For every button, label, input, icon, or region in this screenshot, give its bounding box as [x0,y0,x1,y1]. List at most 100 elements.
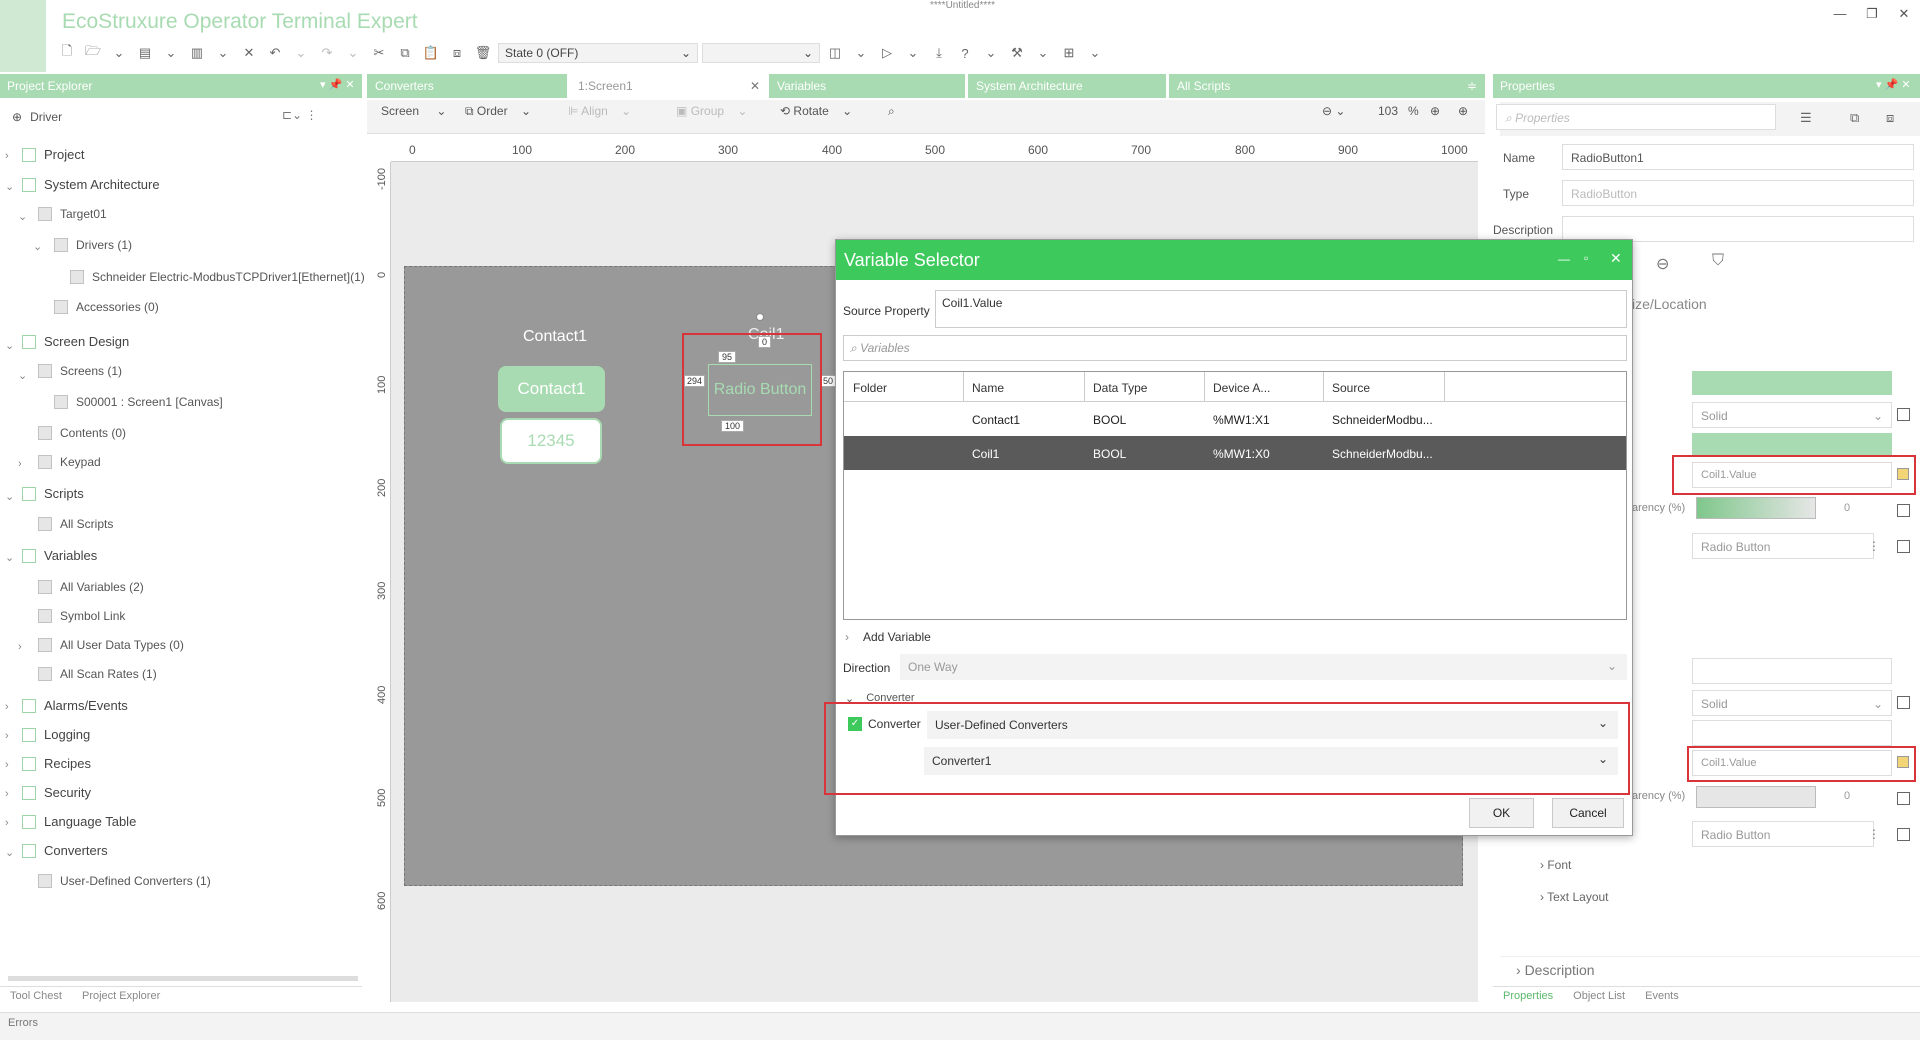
paste-props-icon[interactable]: ⧈ [1886,110,1894,126]
fill-color-swatch[interactable] [1692,371,1892,395]
chevron-down-icon[interactable]: ⌄ [5,180,14,193]
pin-icon[interactable]: ▾ 📌 ✕ [1876,78,1911,91]
contact-label[interactable]: Contact1 [523,328,587,346]
font-section[interactable]: › Font [1540,858,1571,872]
errors-tab[interactable]: Errors [8,1017,38,1029]
maximize-icon[interactable]: ❐ [1860,6,1884,22]
delete-icon[interactable]: 🗑 [472,42,494,64]
chevron-down-icon[interactable]: ⌄ [5,846,14,859]
fill-color-swatch-2[interactable] [1692,433,1892,457]
tab-list-icon[interactable]: ≑ [1467,79,1477,93]
tree-accessories[interactable]: Accessories (0) [54,300,159,314]
open-icon[interactable]: 🗁 [82,42,104,64]
close-project-icon[interactable]: ✕ [238,42,260,64]
chevron-right-icon[interactable]: › [18,641,22,653]
tab-events[interactable]: Events [1635,987,1689,1006]
tree-screen1[interactable]: S00001 : Screen1 [Canvas] [54,395,223,409]
tree-user-data-types[interactable]: All User Data Types (0) [38,638,184,652]
dialog-minimize-icon[interactable]: — [1558,252,1570,266]
run-dropdown-icon[interactable]: ⌄ [902,42,924,64]
tree-scan-rates[interactable]: All Scan Rates (1) [38,667,157,681]
ok-button[interactable]: OK [1469,798,1534,828]
tab-system-architecture[interactable]: System Architecture [968,74,1166,98]
close-tab-icon[interactable]: ✕ [750,79,760,93]
pin-icon[interactable]: ▾ 📌 ✕ [320,78,355,91]
chevron-down-icon[interactable]: ⌄ [18,369,27,382]
save-dropdown-icon[interactable]: ⌄ [160,42,182,64]
dock-options-icon[interactable]: ⊏⌄ ⋮ [282,108,317,122]
tools-icon[interactable]: ⚒ [1006,42,1028,64]
table-row-selected[interactable]: Coil1 BOOL %MW1:X0 SchneiderModbu... [844,436,1626,470]
variables-search[interactable]: ⌕ Variables [843,335,1627,361]
zoom-value[interactable]: 103 [1378,104,1398,118]
minimize-icon[interactable]: — [1828,6,1852,21]
tab-converters[interactable]: Converters [367,74,567,98]
copy-icon[interactable]: ⧉ [394,42,416,64]
transparency-value-2[interactable]: 0 [1844,790,1850,802]
zoom-out-icon[interactable]: ⊖ ⌄ [1322,104,1345,118]
cut-icon[interactable]: ✂ [368,42,390,64]
badge-icon[interactable]: ⛉ [1712,252,1724,270]
grid-icon[interactable]: ⊞ [1058,42,1080,64]
dialog-close-icon[interactable]: ✕ [1610,250,1622,267]
transparency-slider-2[interactable] [1696,786,1816,808]
help-icon[interactable]: ? [954,42,976,64]
tab-project-explorer[interactable]: Project Explorer [72,987,170,1006]
tree-security[interactable]: Security [22,785,91,800]
layout-dropdown-icon[interactable]: ⌄ [850,42,872,64]
tree-all-scripts[interactable]: All Scripts [38,517,113,531]
chevron-down-icon[interactable]: ⌄ [33,240,42,253]
tree-contents[interactable]: Contents (0) [38,426,126,440]
run-icon[interactable]: ▷ [876,42,898,64]
tools-dropdown-icon[interactable]: ⌄ [1032,42,1054,64]
state-select[interactable]: State 0 (OFF) ⌄ [498,43,698,63]
tab-tool-chest[interactable]: Tool Chest [0,987,72,1006]
more-icon[interactable]: ⋮ [1868,539,1880,553]
tab-properties[interactable]: Properties [1493,987,1563,1006]
close-icon[interactable]: ✕ [1892,6,1916,22]
column-folder[interactable]: Folder [853,381,887,395]
paste-icon[interactable]: 📋 [420,42,442,64]
chevron-down-icon[interactable]: ⌄ [18,210,27,223]
fill-style-checkbox[interactable] [1897,408,1910,421]
chevron-right-icon[interactable]: › [5,150,9,162]
duplicate-icon[interactable]: ⧈ [446,42,468,64]
chevron-right-icon[interactable]: › [5,817,9,829]
fill-style-select-2[interactable]: Solid ⌄ [1692,690,1892,716]
transparency-slider[interactable] [1696,497,1816,519]
size-location-section[interactable]: ize/Location [1632,296,1707,312]
tree-scripts[interactable]: Scripts [22,486,84,501]
horizontal-scrollbar[interactable] [8,976,358,981]
description-section[interactable]: › Description [1500,956,1920,982]
more-icon[interactable]: ⋮ [1868,827,1880,841]
tree-screen-design[interactable]: Screen Design [22,334,129,349]
tree-all-variables[interactable]: All Variables (2) [38,580,144,594]
chevron-down-icon[interactable]: ⌄ [5,551,14,564]
group-menu[interactable]: ▣ Group ⌄ [676,104,747,118]
chevron-right-icon[interactable]: › [5,730,9,742]
new-icon[interactable]: 🗋 [56,42,78,64]
text-checkbox-2[interactable] [1897,828,1910,841]
order-menu[interactable]: ⧉ Order ⌄ [465,104,531,119]
column-data-type[interactable]: Data Type [1093,381,1147,395]
download-icon[interactable]: ⤓ [928,42,950,64]
chevron-right-icon[interactable]: › [18,458,22,470]
converter-section[interactable]: ⌄ Converter [845,692,915,702]
open-dropdown-icon[interactable]: ⌄ [108,42,130,64]
save-as-dropdown-icon[interactable]: ⌄ [212,42,234,64]
tree-project[interactable]: Project [22,147,84,162]
column-name[interactable]: Name [972,381,1004,395]
table-row[interactable]: Contact1 BOOL %MW1:X1 SchneiderModbu... [844,402,1626,436]
tab-screen1[interactable]: 1:Screen1 ✕ [570,74,766,98]
tree-drivers[interactable]: Drivers (1) [54,238,132,252]
tree-symbol-link[interactable]: Symbol Link [38,609,125,623]
transparency-checkbox[interactable] [1897,504,1910,517]
cancel-button[interactable]: Cancel [1552,798,1624,828]
text-layout-section[interactable]: › Text Layout [1540,890,1609,904]
tab-all-scripts[interactable]: All Scripts ≑ [1169,74,1485,98]
text-checkbox-1[interactable] [1897,540,1910,553]
redo-dropdown-icon[interactable]: ⌄ [342,42,364,64]
direction-select[interactable]: One Way ⌄ [900,654,1627,680]
preview-icon[interactable]: ⌕ [888,104,895,119]
tree-converters[interactable]: Converters [22,843,108,858]
